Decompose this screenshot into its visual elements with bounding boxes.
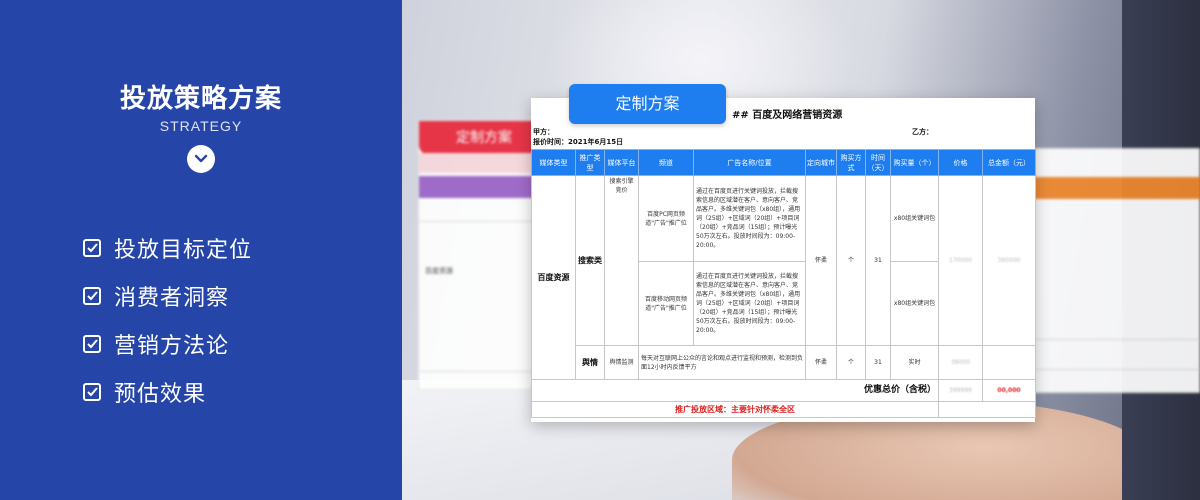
qty-cell: x80组关键词包 xyxy=(890,175,939,262)
column-header: 购买量（个） xyxy=(890,149,939,176)
goal-item-insight: 消费者洞察 xyxy=(82,284,252,311)
promo-type-cell: 舆情 xyxy=(575,345,605,380)
column-header: 购买方式 xyxy=(836,149,866,176)
region-row: 推广投放区域：主要针对怀柔全区 xyxy=(531,401,1036,418)
total-cell xyxy=(982,345,1036,380)
party-a-label: 甲方： xyxy=(533,128,554,136)
promo-type-cell: 搜索类 xyxy=(575,175,605,346)
strategy-panel: 投放策略方案 STRATEGY 投放目标定位 消费者洞察 营销方法论 预估效果 xyxy=(0,0,402,500)
panel-subtitle: STRATEGY xyxy=(159,118,243,134)
days-cell: 31 xyxy=(865,345,891,380)
platform-cell: 舆情监测 xyxy=(604,345,639,380)
sheet-line xyxy=(1031,369,1200,370)
goal-item-methodology: 营销方法论 xyxy=(82,332,252,359)
qty-cell: x80组关键词包 xyxy=(890,261,939,346)
party-b-label: 乙方： xyxy=(912,128,933,136)
description-cell: 通过在百度页进行关键词投放，拦截搜索信息的区域潜在客户、意向客户、竞品客户。多维… xyxy=(693,175,806,262)
sheet-line xyxy=(1031,339,1200,340)
buy-cell: 个 xyxy=(836,175,866,346)
checkbox-icon xyxy=(83,335,101,353)
total-value: 399999 xyxy=(938,379,983,402)
channel-cell: 百度移动网页频道"广告"推广位 xyxy=(638,261,694,346)
media-type-cell: 百度资源 xyxy=(531,175,576,380)
city-cell: 怀柔 xyxy=(805,345,837,380)
total-red-value: 00,000 xyxy=(982,379,1036,402)
goal-item-targeting: 投放目标定位 xyxy=(82,236,252,263)
column-header: 频道 xyxy=(638,149,694,176)
column-header: 时间（天） xyxy=(865,149,891,176)
chevron-down-icon[interactable] xyxy=(187,145,215,173)
panel-title: 投放策略方案 xyxy=(119,84,282,114)
background-sheet-right xyxy=(1030,148,1200,393)
checkbox-icon xyxy=(83,239,101,257)
column-header: 定向城市 xyxy=(805,149,837,176)
price-cell: 170000 xyxy=(938,175,983,346)
description-cell: 通过在百度页进行关键词投放，拦截搜索信息的区域潜在客户、意向客户、竞品客户。多维… xyxy=(693,261,806,346)
buy-cell: 个 xyxy=(836,345,866,380)
table-row: 舆情 舆情监测 每天对互联网上公众的言论和观点进行监视和预测，检测到负面12小时… xyxy=(532,345,1036,380)
qty-cell: 实时 xyxy=(890,345,939,380)
quote-table: 媒体类型 推广类型 媒体平台 频道 广告名称/位置 定向城市 购买方式 时间（天… xyxy=(531,149,1036,418)
strategy-goal-list: 投放目标定位 消费者洞察 营销方法论 预估效果 xyxy=(82,236,252,428)
table-header-row: 媒体类型 推广类型 媒体平台 频道 广告名称/位置 定向城市 购买方式 时间（天… xyxy=(531,149,1036,176)
column-header: 广告名称/位置 xyxy=(693,149,806,176)
table-row: 百度资源 搜索类 搜索引擎竞价 百度PC网页频道"广告"推广位 通过在百度页进行… xyxy=(531,175,1036,380)
region-empty-cell xyxy=(938,401,1036,418)
days-cell: 31 xyxy=(865,175,891,346)
goal-item-effect: 预估效果 xyxy=(82,380,252,407)
city-cell: 怀柔 xyxy=(805,175,837,346)
custom-plan-tag: 定制方案 xyxy=(569,84,726,124)
column-header: 推广类型 xyxy=(575,149,605,176)
sheet-title: ## 百度及网络营销资源 xyxy=(732,110,843,121)
column-header: 价格 xyxy=(938,149,983,176)
price-cell: 38000 xyxy=(938,345,983,380)
checkbox-icon xyxy=(83,383,101,401)
total-label: 优惠总价（含税） xyxy=(531,379,939,402)
sheet-tag: 定制方案 xyxy=(419,121,549,155)
checkbox-icon xyxy=(83,287,101,305)
column-header: 总金额（元） xyxy=(982,149,1036,176)
total-row: 优惠总价（含税） 399999 00,000 xyxy=(531,379,1036,402)
goal-label: 投放目标定位 xyxy=(114,238,253,263)
description-cell: 每天对互联网上公众的言论和观点进行监视和预测，检测到负面12小时内反馈平方 xyxy=(638,345,806,380)
total-cell: 360000 xyxy=(982,175,1036,346)
column-header: 媒体类型 xyxy=(531,149,576,176)
goal-label: 预估效果 xyxy=(114,382,207,407)
platform-cell: 搜索引擎竞价 xyxy=(604,175,639,346)
sheet-media-label: 百度资源 xyxy=(425,267,453,275)
channel-cell: 百度PC网页频道"广告"推广位 xyxy=(638,175,694,262)
region-note: 推广投放区域：主要针对怀柔全区 xyxy=(531,401,939,418)
column-header: 媒体平台 xyxy=(604,149,639,176)
goal-label: 营销方法论 xyxy=(114,334,230,359)
quote-date: 报价时间：2021年6月15日 xyxy=(533,138,624,146)
goal-label: 消费者洞察 xyxy=(114,286,230,311)
sheet-header-band xyxy=(1031,177,1200,199)
